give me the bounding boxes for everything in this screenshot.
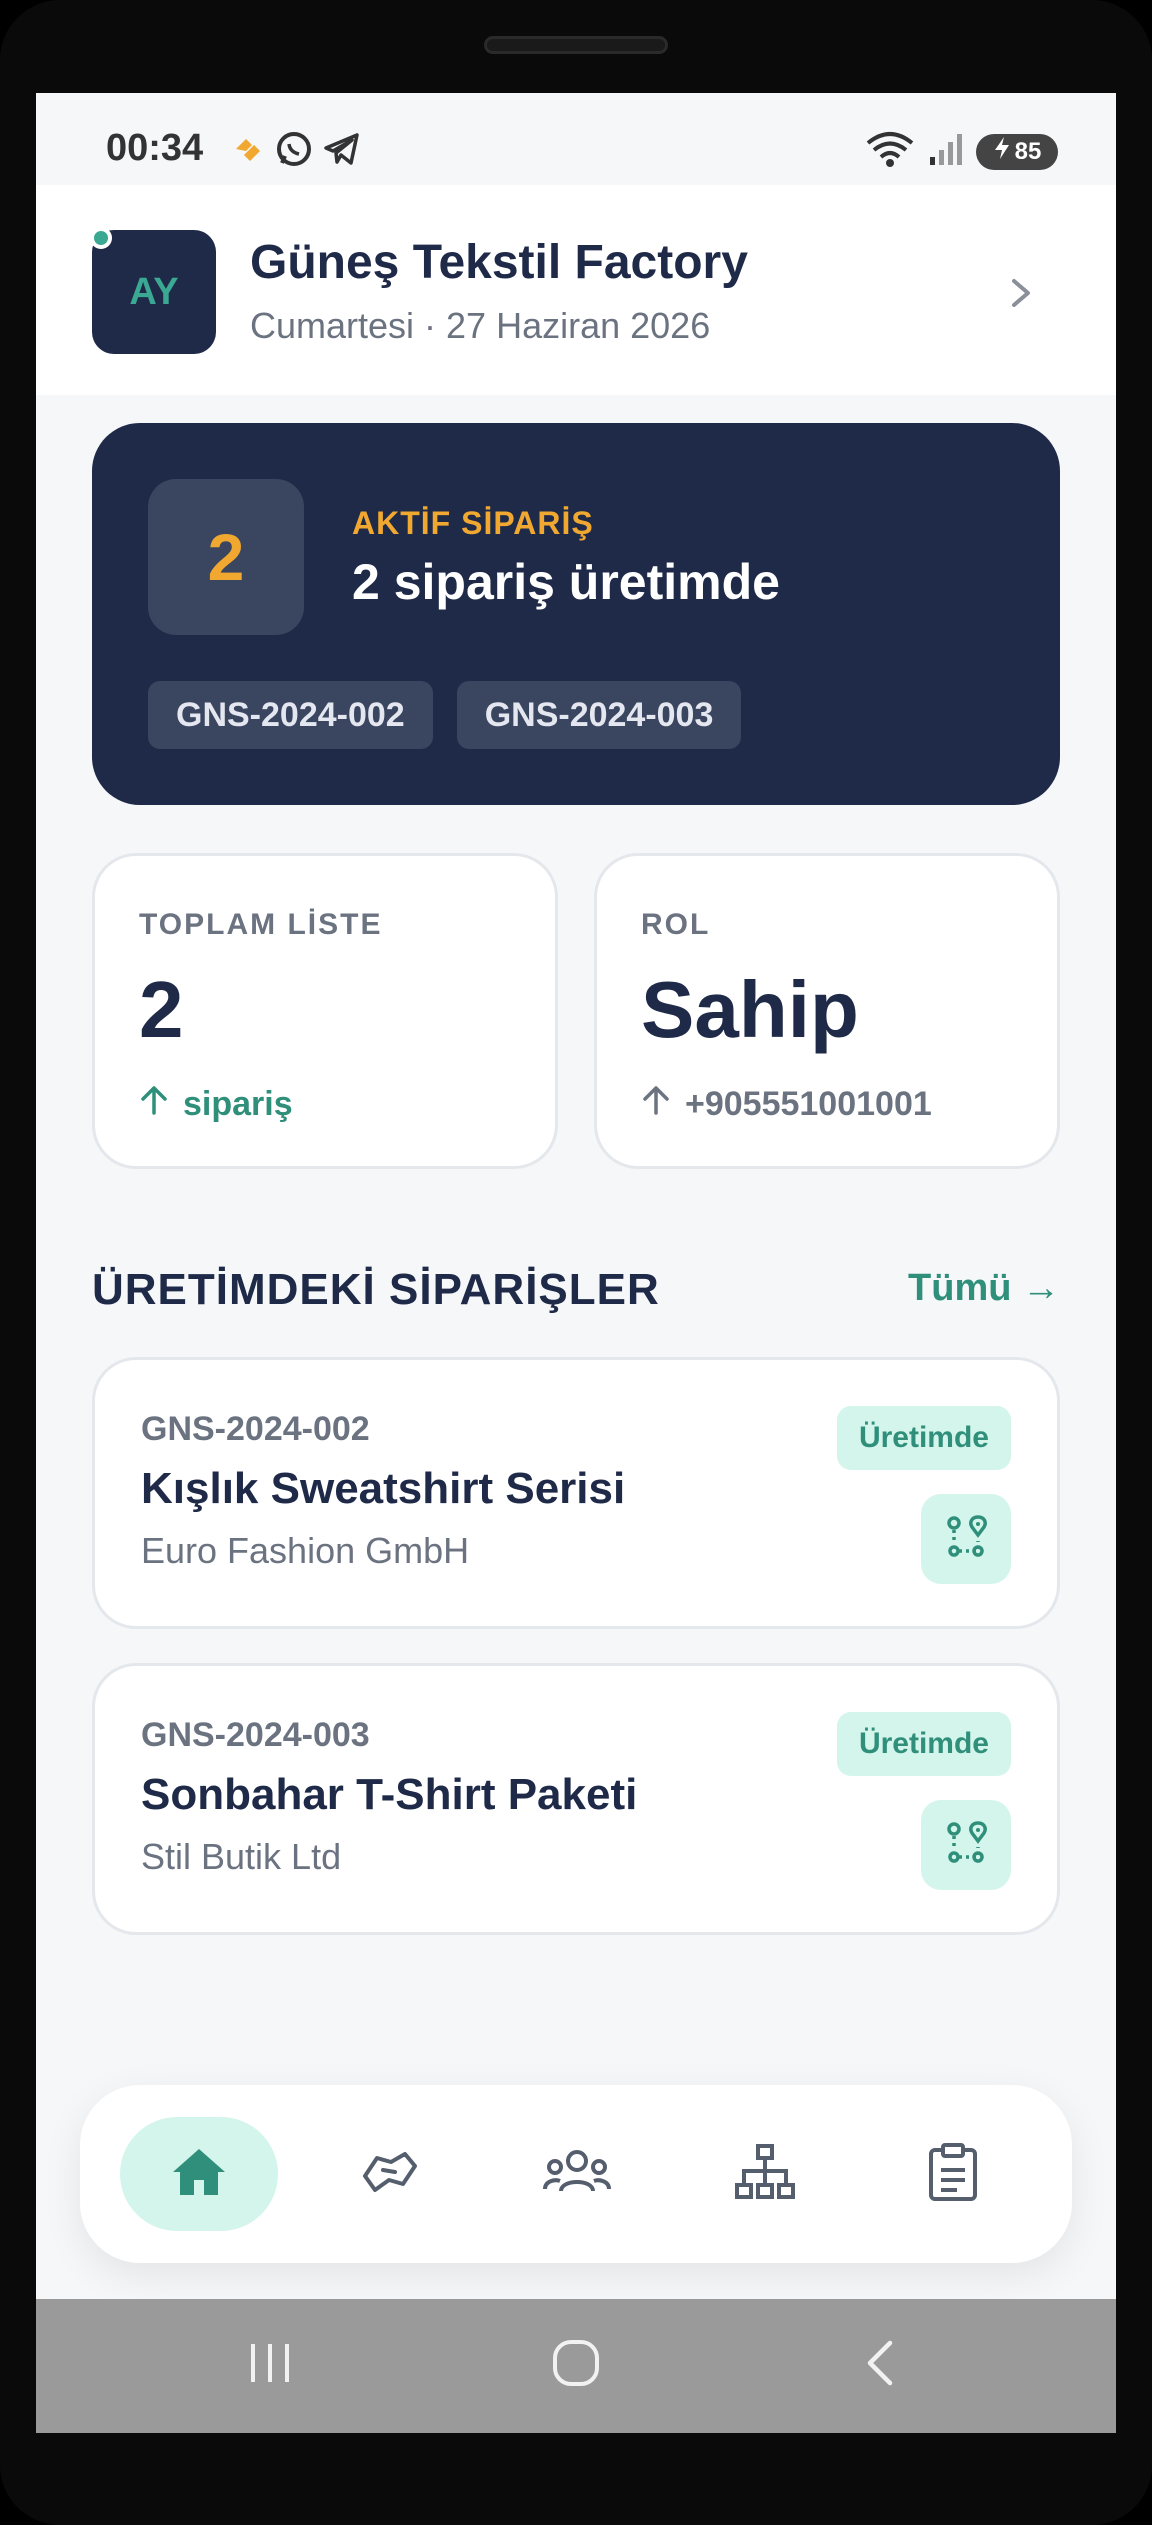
status-system-icons: 85 bbox=[864, 129, 1058, 174]
handshake-icon bbox=[357, 2144, 421, 2205]
bottom-nav bbox=[80, 2085, 1072, 2263]
order-chip[interactable]: GNS-2024-003 bbox=[456, 681, 742, 749]
route-icon bbox=[942, 1513, 990, 1566]
order-card[interactable]: GNS-2024-002 Kışlık Sweatshirt Serisi Eu… bbox=[92, 1357, 1060, 1629]
phone-frame: 00:34 85 AY Güneş Tekstil Factory Cumart… bbox=[0, 0, 1152, 2525]
home-button[interactable] bbox=[536, 2335, 616, 2395]
stat-label: ROL bbox=[641, 908, 711, 941]
recent-apps-button[interactable] bbox=[230, 2335, 310, 2395]
home-circle-icon bbox=[550, 2337, 602, 2394]
status-app-icons bbox=[228, 129, 362, 174]
status-badge: Üretimde bbox=[836, 1406, 1011, 1470]
nav-team[interactable] bbox=[498, 2117, 656, 2231]
route-icon bbox=[942, 1819, 990, 1872]
stat-sub-text: +905551001001 bbox=[685, 1085, 932, 1123]
current-date: Cumartesi · 27 Haziran 2026 bbox=[250, 305, 711, 346]
charging-icon bbox=[993, 136, 1011, 167]
chevron-right-icon[interactable] bbox=[1006, 273, 1036, 318]
battery-level: 85 bbox=[1014, 137, 1042, 165]
arrow-up-icon bbox=[641, 1084, 671, 1125]
order-chip-list: GNS-2024-002 GNS-2024-003 bbox=[148, 681, 742, 749]
telegram-icon bbox=[322, 129, 362, 174]
wifi-icon bbox=[864, 129, 916, 174]
battery-indicator: 85 bbox=[976, 133, 1058, 170]
nav-reports[interactable] bbox=[874, 2117, 1032, 2231]
section-title: ÜRETİMDEKİ SİPARİŞLER bbox=[92, 1265, 660, 1314]
stat-sub: +905551001001 bbox=[641, 1084, 932, 1125]
nav-home[interactable] bbox=[120, 2117, 278, 2231]
order-chip[interactable]: GNS-2024-002 bbox=[148, 681, 433, 749]
back-chevron-icon bbox=[860, 2337, 900, 2394]
hearts-icon bbox=[228, 129, 266, 174]
screen: 00:34 85 AY Güneş Tekstil Factory Cumart… bbox=[36, 93, 1116, 2433]
clipboard-icon bbox=[927, 2142, 979, 2207]
stat-sub-text: sipariş bbox=[183, 1085, 293, 1123]
company-name: Güneş Tekstil Factory bbox=[250, 236, 748, 289]
active-orders-title: 2 sipariş üretimde bbox=[352, 554, 780, 610]
online-status-dot bbox=[90, 227, 112, 249]
role-card[interactable]: ROL Sahip +905551001001 bbox=[594, 853, 1060, 1169]
recent-apps-icon bbox=[245, 2338, 295, 2393]
nav-partners[interactable] bbox=[310, 2117, 468, 2231]
signal-icon bbox=[928, 131, 964, 172]
order-title: Sonbahar T-Shirt Paketi bbox=[141, 1770, 638, 1819]
users-icon bbox=[542, 2147, 612, 2202]
stat-label: TOPLAM LİSTE bbox=[139, 908, 383, 941]
order-title: Kışlık Sweatshirt Serisi bbox=[141, 1464, 626, 1513]
stat-value: 2 bbox=[139, 965, 184, 1054]
arrow-up-icon bbox=[139, 1084, 169, 1125]
stat-value: Sahip bbox=[641, 965, 859, 1054]
avatar[interactable]: AY bbox=[92, 230, 216, 354]
status-bar: 00:34 85 bbox=[36, 93, 1116, 185]
active-orders-card[interactable]: 2 AKTİF SİPARİŞ 2 sipariş üretimde GNS-2… bbox=[92, 423, 1060, 805]
back-button[interactable] bbox=[840, 2335, 920, 2395]
order-code: GNS-2024-003 bbox=[141, 1716, 370, 1754]
active-order-count: 2 bbox=[148, 479, 304, 635]
total-list-card[interactable]: TOPLAM LİSTE 2 sipariş bbox=[92, 853, 558, 1169]
order-customer: Stil Butik Ltd bbox=[141, 1836, 342, 1877]
whatsapp-icon bbox=[274, 129, 314, 174]
system-nav-bar bbox=[36, 2299, 1116, 2433]
order-customer: Euro Fashion GmbH bbox=[141, 1530, 470, 1571]
order-code: GNS-2024-002 bbox=[141, 1410, 370, 1448]
status-time: 00:34 bbox=[106, 127, 204, 169]
see-all-link[interactable]: Tümü → bbox=[908, 1267, 1060, 1310]
order-card[interactable]: GNS-2024-003 Sonbahar T-Shirt Paketi Sti… bbox=[92, 1663, 1060, 1935]
home-icon bbox=[170, 2146, 228, 2203]
speaker-grille bbox=[484, 36, 668, 54]
route-button[interactable] bbox=[921, 1494, 1011, 1584]
app-header[interactable]: AY Güneş Tekstil Factory Cumartesi · 27 … bbox=[36, 185, 1116, 395]
sitemap-icon bbox=[734, 2143, 796, 2206]
active-orders-label: AKTİF SİPARİŞ bbox=[352, 505, 594, 541]
route-button[interactable] bbox=[921, 1800, 1011, 1890]
status-badge: Üretimde bbox=[836, 1712, 1011, 1776]
nav-structure[interactable] bbox=[686, 2117, 844, 2231]
stat-sub: sipariş bbox=[139, 1084, 293, 1125]
